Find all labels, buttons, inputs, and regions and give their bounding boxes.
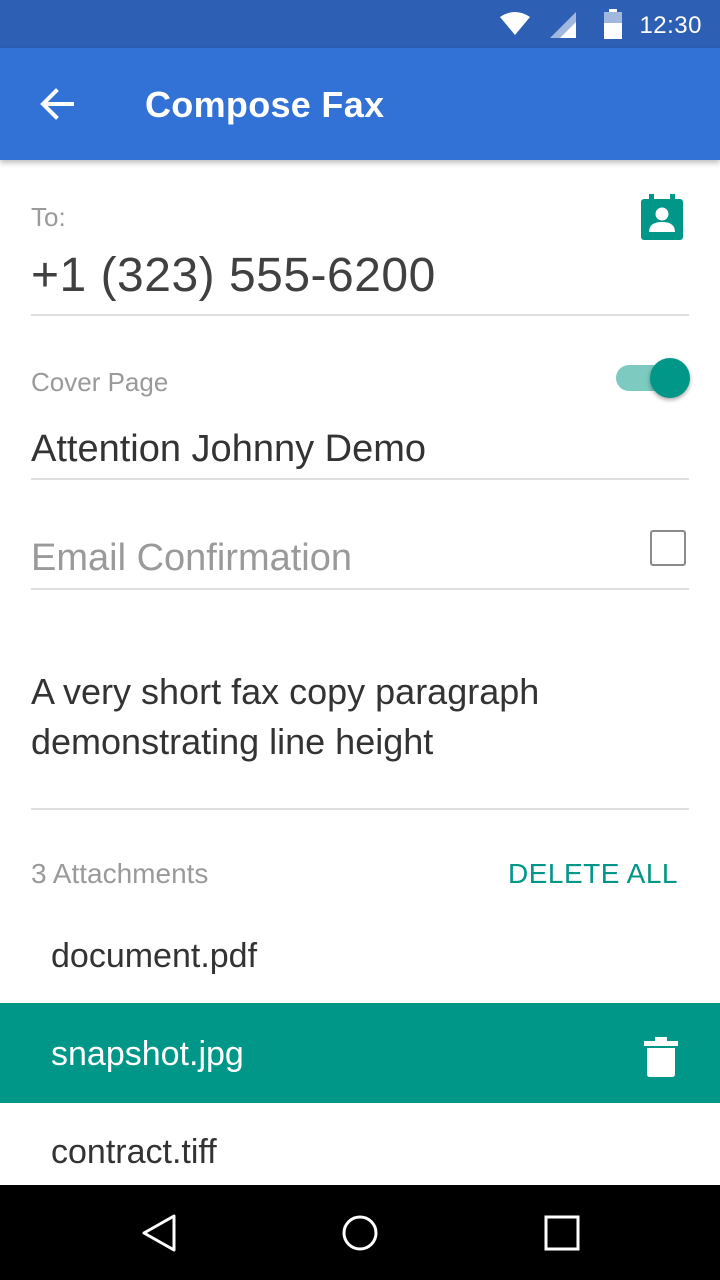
attachment-item-selected[interactable]: snapshot.jpg [0,1003,720,1103]
cover-divider [31,478,689,480]
cover-page-toggle[interactable] [616,358,690,398]
wifi-icon [500,12,530,35]
trash-icon[interactable] [644,1037,678,1077]
contact-book-icon[interactable] [641,194,683,240]
to-divider [31,314,689,316]
message-divider [31,808,689,810]
app-bar: Compose Fax [0,48,720,160]
delete-all-button[interactable]: DELETE ALL [508,858,678,890]
battery-icon [604,9,622,39]
email-confirmation-label: Email Confirmation [31,537,352,579]
to-label: To: [31,202,66,232]
attachments-count: 3 Attachments [31,858,209,889]
toggle-thumb [650,358,690,398]
home-circle-icon[interactable] [340,1213,380,1253]
signal-icon [550,12,576,38]
email-confirmation-checkbox[interactable] [650,530,686,566]
attachment-item[interactable]: document.pdf [0,905,720,1005]
status-bar: 12:30 [0,0,720,48]
to-field[interactable]: +1 (323) 555-6200 [31,248,436,303]
arrow-back-icon[interactable] [38,86,74,122]
attachment-name: contract.tiff [51,1133,217,1171]
page-title: Compose Fax [145,84,385,125]
back-triangle-icon[interactable] [140,1213,180,1253]
recents-square-icon[interactable] [542,1213,582,1253]
attachment-name: document.pdf [51,937,258,975]
attachment-name: snapshot.jpg [51,1035,244,1073]
cover-page-field[interactable]: Attention Johnny Demo [31,428,426,471]
cover-page-label: Cover Page [31,367,169,397]
message-field[interactable]: A very short fax copy paragraph demonstr… [31,667,691,767]
system-nav-bar [0,1185,720,1280]
status-time: 12:30 [639,12,702,39]
email-divider [31,588,689,590]
